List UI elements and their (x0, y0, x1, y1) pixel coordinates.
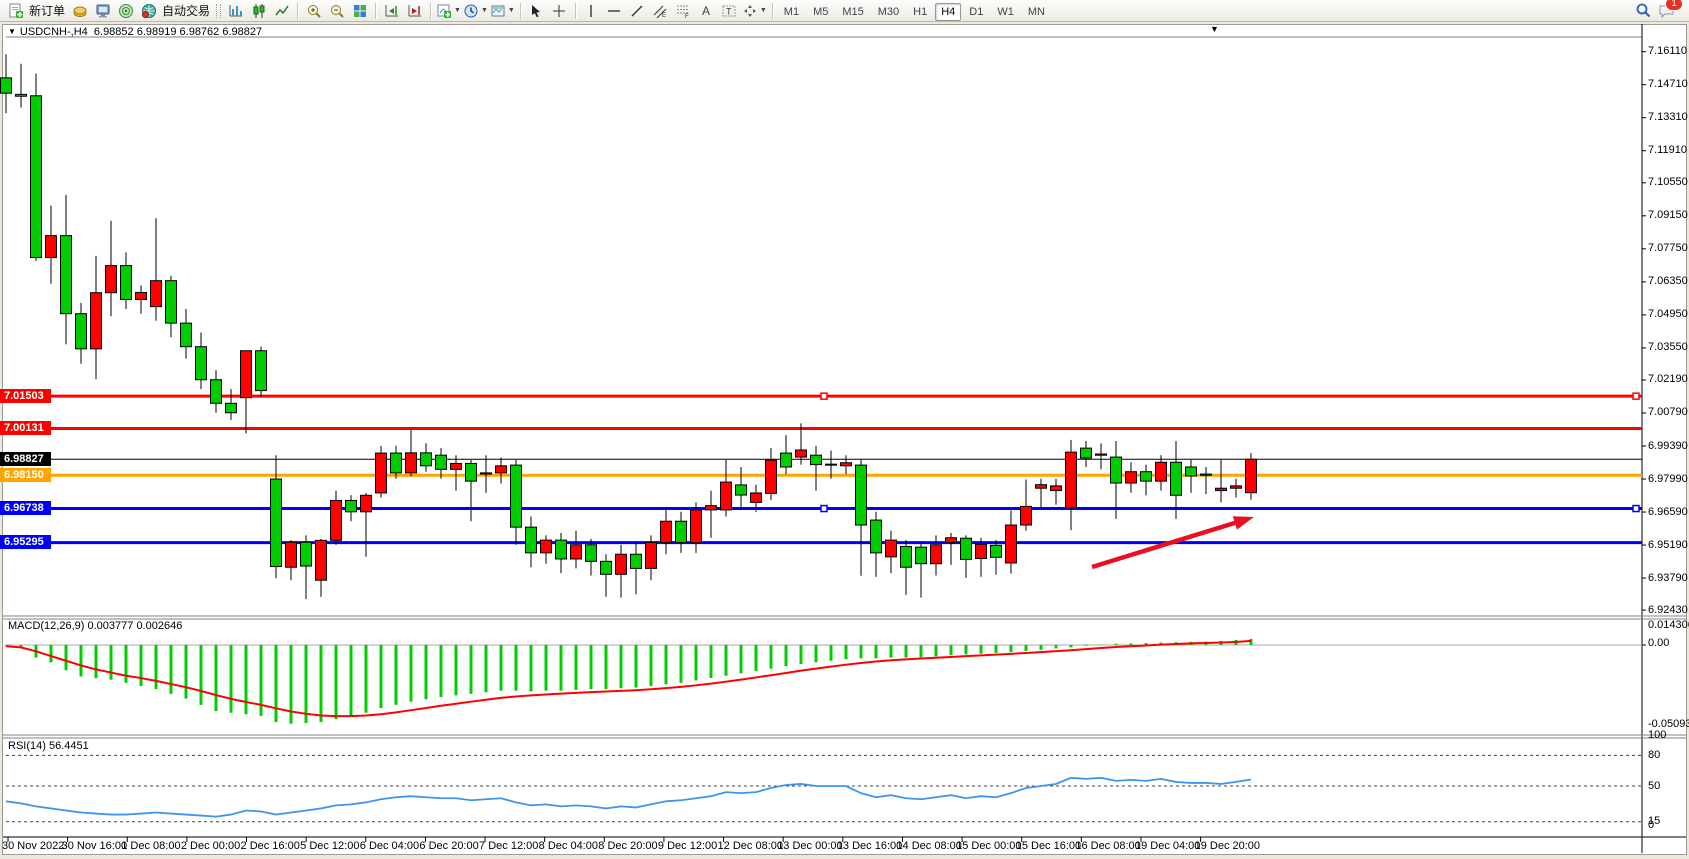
mt4-window: { "toolbar": { "new_order_label": "新订单",… (0, 0, 1689, 859)
chart-canvas[interactable] (0, 0, 1689, 859)
